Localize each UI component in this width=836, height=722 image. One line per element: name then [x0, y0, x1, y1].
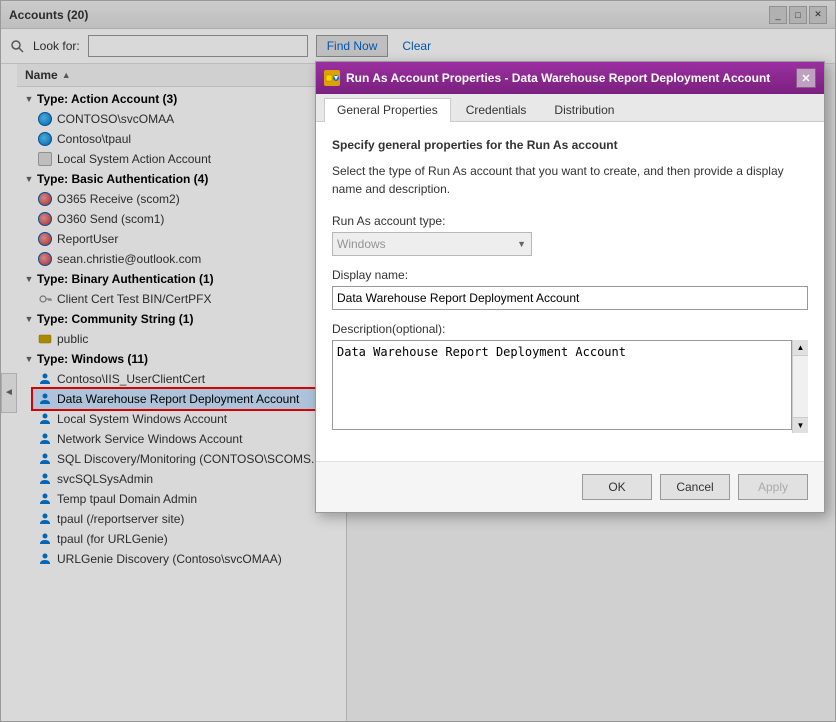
description-label: Description(optional):	[332, 322, 808, 336]
main-window: Accounts (20) _ □ ✕ Look for: Find Now C…	[0, 0, 836, 722]
textarea-wrapper: Data Warehouse Report Deployment Account…	[332, 340, 808, 433]
description-textarea[interactable]: Data Warehouse Report Deployment Account	[332, 340, 792, 430]
modal-tabs: General Properties Credentials Distribut…	[316, 94, 824, 122]
display-name-input[interactable]	[332, 286, 808, 310]
modal-footer: OK Cancel Apply	[316, 461, 824, 512]
modal-section-title: Specify general properties for the Run A…	[332, 138, 808, 152]
cancel-button[interactable]: Cancel	[660, 474, 730, 500]
tab-credentials[interactable]: Credentials	[453, 98, 540, 121]
run-as-type-select-wrapper: Windows	[332, 232, 532, 256]
modal-app-icon	[324, 70, 340, 86]
modal-close-button[interactable]: ✕	[796, 68, 816, 88]
modal-titlebar: Run As Account Properties - Data Warehou…	[316, 62, 824, 94]
modal-dialog: Run As Account Properties - Data Warehou…	[315, 61, 825, 513]
description-group: Description(optional): Data Warehouse Re…	[332, 322, 808, 433]
ok-button[interactable]: OK	[582, 474, 652, 500]
tab-distribution[interactable]: Distribution	[541, 98, 627, 121]
modal-title: Run As Account Properties - Data Warehou…	[346, 71, 770, 85]
modal-title-text: Run As Account Properties - Data Warehou…	[324, 70, 770, 86]
scrollbar-down[interactable]: ▼	[793, 417, 808, 433]
modal-overlay: Run As Account Properties - Data Warehou…	[1, 1, 835, 721]
tab-general-properties[interactable]: General Properties	[324, 98, 451, 122]
run-as-type-select[interactable]: Windows	[332, 232, 532, 256]
scrollbar[interactable]: ▲ ▼	[792, 340, 808, 433]
display-name-label: Display name:	[332, 268, 808, 282]
apply-button[interactable]: Apply	[738, 474, 808, 500]
run-as-type-label: Run As account type:	[332, 214, 808, 228]
scrollbar-up[interactable]: ▲	[793, 340, 808, 356]
run-as-type-group: Run As account type: Windows	[332, 214, 808, 256]
modal-body: Specify general properties for the Run A…	[316, 122, 824, 461]
display-name-group: Display name:	[332, 268, 808, 310]
modal-description: Select the type of Run As account that y…	[332, 162, 808, 198]
